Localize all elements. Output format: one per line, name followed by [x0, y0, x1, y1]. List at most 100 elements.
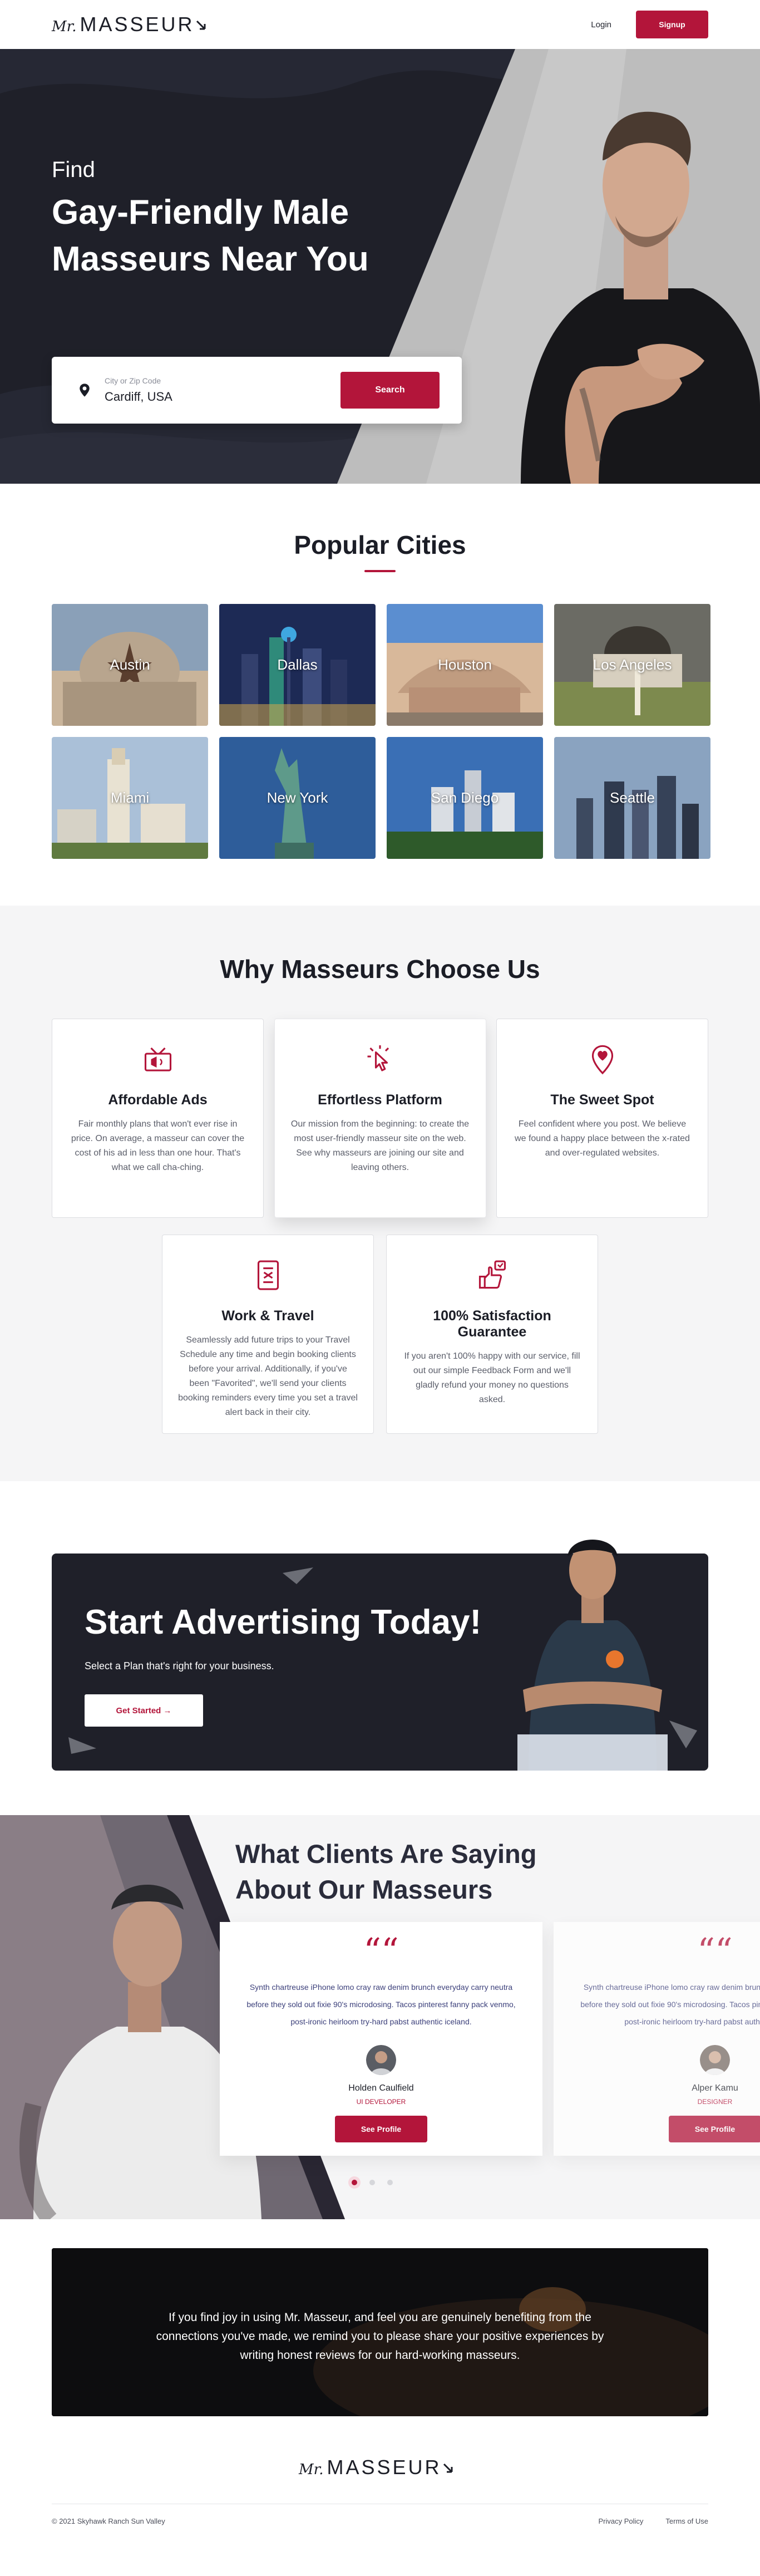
megaphone-icon [144, 1047, 171, 1071]
card-text: Our mission from the beginning: to creat… [290, 1119, 470, 1172]
search-label: City or Zip Code [105, 376, 161, 385]
city-grid: Austin Dallas Houston Los Angeles Miami … [52, 604, 710, 859]
testimonials-title-line-2: About Our Masseurs [235, 1875, 493, 1904]
city-card-san-diego[interactable]: San Diego [387, 737, 543, 859]
logo-arrow-icon [443, 2463, 452, 2473]
city-name: Los Angeles [593, 656, 672, 673]
city-name: Dallas [277, 656, 318, 673]
carousel-dot-1[interactable] [352, 2180, 357, 2185]
reviews-note-text: If you find joy in using Mr. Masseur, an… [156, 2311, 604, 2362]
signup-button[interactable]: Signup [636, 11, 708, 38]
quote-icon: ““ [363, 1930, 399, 1971]
location-search: City or Zip Code Search [52, 357, 462, 424]
search-fields: City or Zip Code [105, 376, 340, 404]
login-link[interactable]: Login [591, 20, 611, 30]
footer-logo[interactable]: Mr. MASSEUR [299, 2456, 455, 2479]
reviews-note-banner: If you find joy in using Mr. Masseur, an… [52, 2248, 708, 2416]
feature-card: 100% Satisfaction Guarantee If you aren'… [386, 1235, 598, 1434]
card-title: Affordable Ads [108, 1092, 208, 1108]
testimonial-card: ““ Synth chartreuse iPhone lomo cray raw… [220, 1922, 542, 2156]
card-title: Effortless Platform [318, 1092, 442, 1108]
feature-card: The Sweet Spot Feel confident where you … [496, 1019, 708, 1218]
title-underline [364, 570, 396, 572]
city-name: Houston [438, 656, 492, 673]
carousel-dot-2[interactable] [369, 2180, 375, 2185]
city-name: San Diego [431, 789, 499, 806]
copyright: © 2021 Skyhawk Ranch Sun Valley [52, 2517, 165, 2525]
hero-find: Find [52, 158, 95, 182]
carousel-dot-3[interactable] [387, 2180, 393, 2185]
avatar [700, 2045, 730, 2075]
testimonial-text: Synth chartreuse iPhone lomo cray raw de… [246, 1983, 516, 2026]
card-title: Work & Travel [221, 1308, 314, 1324]
city-card-dallas[interactable]: Dallas [219, 604, 376, 726]
testimonials-section: What Clients Are Saying About Our Masseu… [0, 1815, 760, 2219]
why-row-1: Affordable Ads Fair monthly plans that w… [52, 1019, 708, 1218]
advertise-model-photo [517, 1540, 668, 1771]
city-card-los-angeles[interactable]: Los Angeles [554, 604, 710, 726]
testimonial-role: DESIGNER [697, 2098, 733, 2106]
card-text: Feel confident where you post. We believ… [515, 1119, 690, 1158]
see-profile-button[interactable]: See Profile [335, 2116, 427, 2142]
quote-icon: ““ [697, 1930, 733, 1971]
footer-links: Privacy Policy Terms of Use [599, 2517, 709, 2525]
logo-word: MASSEUR [327, 2456, 442, 2479]
why-row-2: Work & Travel Seamlessly add future trip… [52, 1235, 708, 1434]
testimonial-role: UI DEVELOPER [356, 2098, 406, 2106]
see-profile-button[interactable]: See Profile [669, 2116, 760, 2142]
site-header: Mr. MASSEUR Login Signup [0, 0, 760, 49]
logo-mr: Mr. [299, 2461, 324, 2478]
location-input[interactable] [105, 390, 283, 404]
location-pin-icon [80, 384, 90, 397]
card-text: Seamlessly add future trips to your Trav… [178, 1335, 358, 1417]
city-card-miami[interactable]: Miami [52, 737, 208, 859]
city-name: Seattle [610, 789, 655, 806]
feature-card: Affordable Ads Fair monthly plans that w… [52, 1019, 264, 1218]
why-choose-us-section: Why Masseurs Choose Us Affordable Ads Fa… [0, 906, 760, 1481]
city-name: Austin [110, 656, 150, 673]
terms-of-use-link[interactable]: Terms of Use [665, 2517, 708, 2525]
testimonials-title-line-1: What Clients Are Saying [235, 1839, 537, 1869]
hero-heading: Find Gay-Friendly Male Masseurs Near You [52, 158, 408, 283]
privacy-policy-link[interactable]: Privacy Policy [599, 2517, 644, 2525]
page: Mr. MASSEUR Login Signup Find Gay-Friend… [0, 0, 760, 2545]
card-text: If you aren't 100% happy with our servic… [404, 1351, 580, 1404]
city-card-new-york[interactable]: New York [219, 737, 376, 859]
advertise-section: Start Advertising Today! Select a Plan t… [0, 1481, 760, 1815]
logo-mr: Mr. [52, 18, 77, 35]
city-card-houston[interactable]: Houston [387, 604, 543, 726]
search-button[interactable]: Search [340, 372, 440, 409]
city-name: Miami [110, 789, 150, 806]
popular-cities-title: Popular Cities [294, 530, 466, 559]
city-name: New York [267, 789, 328, 806]
reviews-note-section: If you find joy in using Mr. Masseur, an… [0, 2219, 760, 2444]
avatar [366, 2045, 396, 2075]
testimonial-card: ““ Synth chartreuse iPhone lomo cray raw… [554, 1922, 760, 2156]
city-card-austin[interactable]: Austin [52, 604, 208, 726]
advertise-subtitle: Select a Plan that's right for your busi… [85, 1660, 274, 1672]
popular-cities-section: Popular Cities Austin Dallas Houston Los… [0, 484, 760, 906]
heart-pin-icon [591, 1045, 613, 1075]
get-started-button[interactable]: Get Started → [85, 1694, 203, 1727]
get-started-label: Get Started [116, 1705, 161, 1715]
pointer-click-icon [367, 1045, 389, 1071]
header-nav: Login Signup [591, 11, 708, 38]
feature-card: Work & Travel Seamlessly add future trip… [162, 1235, 374, 1434]
thumbs-up-icon [478, 1260, 506, 1289]
hero-title: Gay-Friendly Male Masseurs Near You [52, 193, 369, 278]
ticket-icon [257, 1260, 279, 1290]
carousel-dots [352, 2180, 393, 2185]
site-footer: Mr. MASSEUR © 2021 Skyhawk Ranch Sun Val… [0, 2444, 760, 2545]
card-text: Fair monthly plans that won't ever rise … [71, 1119, 245, 1172]
logo-word: MASSEUR [80, 13, 195, 36]
logo-arrow-icon [196, 20, 205, 30]
card-title: The Sweet Spot [550, 1092, 654, 1108]
feature-card: Effortless Platform Our mission from the… [274, 1019, 486, 1218]
advertise-title: Start Advertising Today! [85, 1603, 482, 1641]
site-logo[interactable]: Mr. MASSEUR [52, 13, 208, 36]
city-card-seattle[interactable]: Seattle [554, 737, 710, 859]
card-title: 100% Satisfaction Guarantee [433, 1308, 551, 1340]
arrow-right-icon: → [163, 1705, 172, 1715]
why-title: Why Masseurs Choose Us [220, 955, 540, 984]
testimonial-name: Holden Caulfield [348, 2083, 414, 2093]
